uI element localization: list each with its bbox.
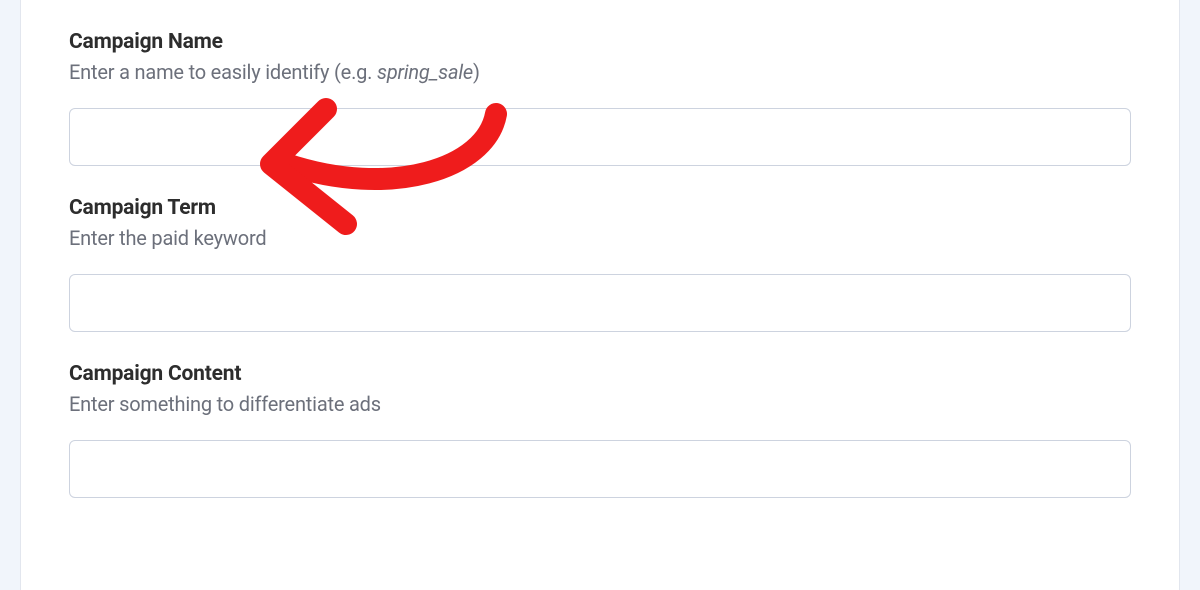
campaign-term-group: Campaign Term Enter the paid keyword	[69, 196, 1131, 332]
campaign-content-hint: Enter something to differentiate ads	[69, 392, 1131, 416]
campaign-name-label: Campaign Name	[69, 30, 1131, 54]
campaign-name-input[interactable]	[69, 108, 1131, 166]
campaign-term-hint: Enter the paid keyword	[69, 226, 1131, 250]
campaign-term-label: Campaign Term	[69, 196, 1131, 220]
campaign-content-label: Campaign Content	[69, 362, 1131, 386]
campaign-name-group: Campaign Name Enter a name to easily ide…	[69, 30, 1131, 166]
campaign-content-input[interactable]	[69, 440, 1131, 498]
form-card: Campaign Name Enter a name to easily ide…	[20, 0, 1180, 590]
campaign-term-input[interactable]	[69, 274, 1131, 332]
campaign-name-hint: Enter a name to easily identify (e.g. sp…	[69, 60, 1131, 84]
campaign-content-group: Campaign Content Enter something to diff…	[69, 362, 1131, 498]
